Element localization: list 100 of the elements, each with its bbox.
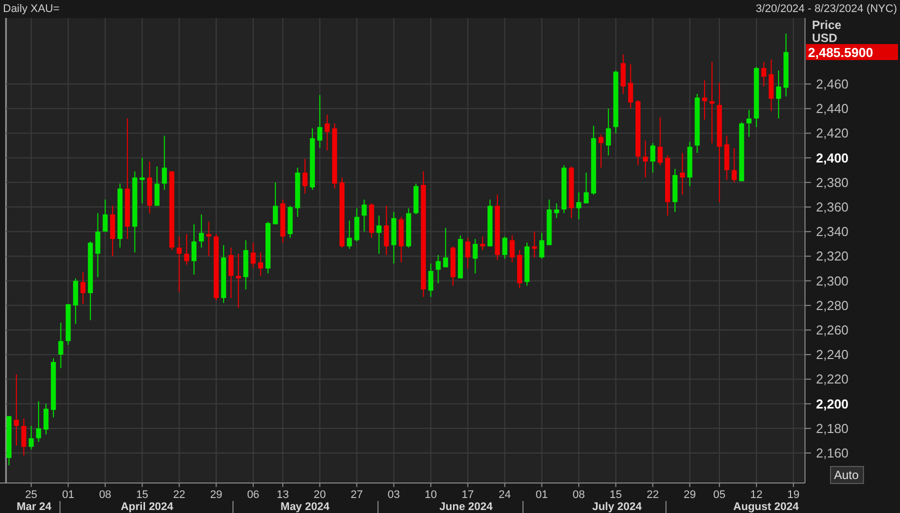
candlestick — [458, 234, 463, 279]
candlestick — [288, 205, 293, 238]
axis-label: 2,260 — [816, 322, 849, 338]
candlestick — [761, 61, 766, 87]
candlestick — [488, 199, 492, 247]
candlestick — [702, 80, 708, 120]
axis-label: 24 — [498, 489, 511, 501]
axis-label: 29 — [684, 489, 696, 501]
candlestick — [658, 116, 663, 166]
candlestick — [28, 425, 34, 450]
axis-label: 10 — [424, 489, 437, 501]
axis-label: 22 — [646, 489, 659, 501]
axis-label: 29 — [210, 489, 222, 501]
axis-label: 20 — [314, 489, 326, 501]
candlestick — [110, 205, 116, 257]
candlestick — [665, 154, 670, 216]
candlestick — [147, 161, 152, 214]
axis-label: 2,320 — [816, 248, 849, 264]
month-label: May 2024 — [280, 501, 330, 513]
candlestick — [472, 238, 478, 274]
candlestick — [436, 254, 441, 284]
axis-label: 2,240 — [816, 347, 849, 362]
axis-label: 2,180 — [816, 420, 849, 436]
candlestick — [672, 168, 678, 212]
candlestick — [428, 263, 434, 298]
candlestick — [346, 220, 352, 250]
candlestick — [50, 358, 56, 418]
axis-label: 01 — [62, 489, 74, 501]
axis-label: 2,360 — [816, 200, 849, 215]
candlestick — [21, 418, 26, 456]
axis-label: 15 — [136, 489, 148, 501]
axis-label: 2,380 — [816, 174, 849, 190]
axis-label: 13 — [276, 489, 289, 501]
axis-label: 08 — [572, 489, 585, 501]
candlestick — [192, 224, 196, 276]
candlestick — [243, 240, 248, 290]
candlestick — [280, 199, 286, 244]
month-label: July 2024 — [592, 501, 642, 513]
candlestick — [784, 33, 788, 97]
candlestick — [598, 134, 604, 168]
axis-label: 25 — [25, 489, 38, 501]
candlestick — [310, 128, 315, 190]
candlestick — [754, 66, 759, 128]
candlestick — [198, 214, 204, 248]
candlestick — [539, 232, 544, 260]
candlestick — [502, 236, 508, 260]
candlestick — [332, 122, 338, 190]
candlestick — [517, 250, 522, 289]
candlestick — [317, 94, 322, 148]
axis-label: 2,300 — [816, 273, 849, 288]
candlestick — [80, 272, 86, 305]
candlestick — [739, 122, 744, 182]
candlestick — [95, 212, 100, 278]
candlestick — [524, 242, 530, 286]
candlestick — [36, 400, 42, 442]
axis-title: Price — [812, 18, 842, 32]
candlestick — [494, 194, 500, 260]
axis-label: 12 — [750, 489, 763, 501]
axis-label: 05 — [713, 489, 726, 501]
candlestick — [102, 199, 108, 232]
axis-label: 08 — [99, 489, 112, 501]
candlestick — [258, 252, 264, 276]
candlestick — [398, 216, 404, 263]
axis-label: 2,340 — [816, 224, 849, 240]
month-label: June 2024 — [439, 501, 493, 513]
candlestick — [414, 183, 418, 215]
candlestick — [406, 208, 412, 248]
last-price-badge: 2,485.5900 — [806, 44, 898, 60]
candlestick — [687, 141, 692, 187]
candlestick — [732, 148, 737, 183]
candlestick — [680, 152, 685, 196]
candlestick — [443, 227, 448, 268]
candlestick — [118, 183, 122, 248]
axis-label: 03 — [388, 489, 400, 501]
candlestick — [576, 192, 582, 220]
candlestick — [302, 158, 308, 194]
month-label: August 2024 — [733, 501, 799, 513]
candlestick — [162, 135, 167, 190]
candlestick — [324, 114, 330, 151]
candlestick — [6, 416, 12, 466]
axis-label: 01 — [536, 489, 548, 501]
candlestick — [768, 58, 774, 112]
axis-label: 2,160 — [816, 446, 849, 460]
axis-label: 2,400 — [816, 150, 849, 166]
axis-label: 2,200 — [816, 396, 849, 412]
candlestick — [636, 100, 640, 166]
candlestick — [154, 166, 160, 206]
candlestick — [450, 246, 456, 286]
axis-label: 27 — [350, 489, 363, 501]
candlestick — [66, 304, 71, 346]
candlestick — [642, 140, 648, 178]
candlestick — [266, 221, 270, 274]
auto-scale-button[interactable]: Auto — [830, 466, 864, 484]
candlestick — [554, 202, 560, 219]
axis-label: 15 — [610, 489, 622, 501]
candlestick — [620, 54, 626, 94]
candlestick — [384, 205, 389, 256]
candlestick — [58, 322, 64, 369]
candlestick — [391, 211, 396, 264]
candlestick — [650, 142, 656, 174]
